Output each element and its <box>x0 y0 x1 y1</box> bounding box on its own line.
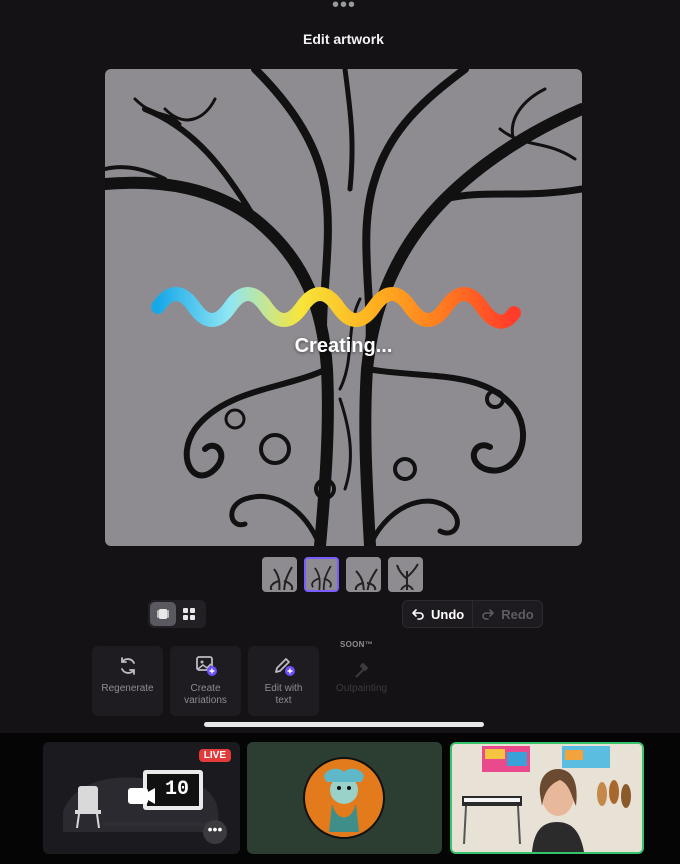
thumbnail-3[interactable] <box>346 557 381 592</box>
avatar <box>303 757 385 839</box>
edit-with-text-button[interactable]: Edit with text <box>248 646 319 716</box>
variation-thumbnails <box>262 557 423 593</box>
wand-icon <box>354 662 368 678</box>
more-options-icon[interactable]: ••• <box>203 820 227 844</box>
countdown-display: 10 <box>164 778 189 801</box>
soon-badge: SOON™ <box>340 640 374 649</box>
page-title: Edit artwork <box>303 31 384 47</box>
image-plus-icon <box>195 656 217 676</box>
thumbnail-4[interactable] <box>388 557 423 592</box>
history-controls: Undo Redo <box>402 600 543 628</box>
regenerate-button[interactable]: Regenerate <box>92 646 163 716</box>
undo-button[interactable]: Undo <box>403 601 474 627</box>
loading-squiggle <box>151 287 521 329</box>
refresh-icon <box>120 657 135 675</box>
more-menu-icon[interactable]: ••• <box>322 0 366 15</box>
outpainting-button: SOON™ Outpainting <box>326 640 397 716</box>
redo-label: Redo <box>501 606 534 622</box>
create-variations-button[interactable]: Create variations <box>170 646 241 716</box>
single-view-icon[interactable] <box>150 602 176 626</box>
live-badge: LIVE <box>198 749 231 762</box>
redo-icon <box>482 609 495 620</box>
participant-tile-avatar[interactable] <box>247 742 442 854</box>
participant-tile-scene[interactable]: LIVE 10 ••• <box>43 742 240 854</box>
undo-icon <box>412 609 424 620</box>
thumbnail-2[interactable] <box>304 557 339 592</box>
participant-tile-camera[interactable] <box>450 742 644 854</box>
thumbnail-1[interactable] <box>262 557 297 592</box>
undo-label: Undo <box>431 606 465 622</box>
creating-status: Creating... <box>294 335 393 357</box>
view-toggle <box>148 600 206 628</box>
camera-feed <box>452 744 642 852</box>
grid-view-icon[interactable] <box>176 602 202 626</box>
regenerate-label: Regenerate <box>101 683 154 694</box>
artwork-canvas[interactable]: Creating... <box>105 69 582 546</box>
redo-button[interactable]: Redo <box>473 601 542 627</box>
pen-plus-icon <box>274 658 295 676</box>
edit-with-text-label: Edit with text <box>264 683 303 706</box>
outpainting-label: Outpainting <box>335 683 388 694</box>
tool-panel: Regenerate Create variations Edit with t… <box>92 640 397 716</box>
create-variations-label: Create variations <box>184 683 227 706</box>
home-indicator[interactable] <box>204 722 484 727</box>
